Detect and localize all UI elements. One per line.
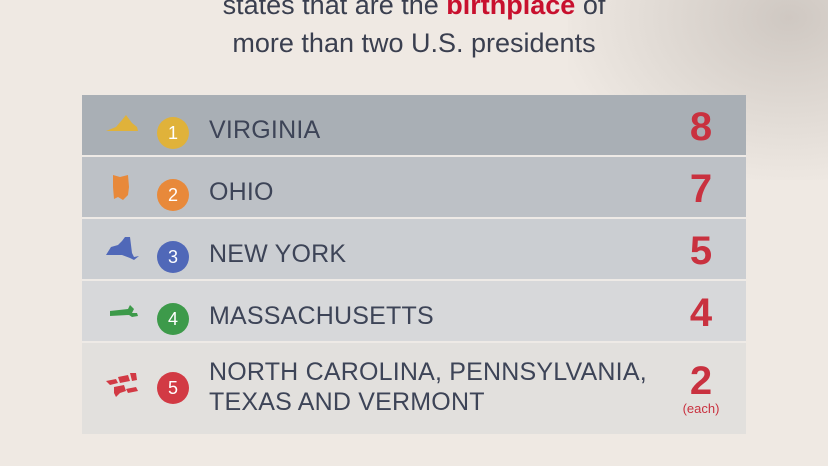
rank-badge: 2 [157, 179, 189, 211]
table-row: 4 MASSACHUSETTS 4 [82, 281, 746, 343]
president-count: 5 [689, 229, 713, 273]
heading-line-2: more than two U.S. presidents [232, 28, 596, 58]
rank-badge: 3 [157, 241, 189, 273]
ohio-shape-icon [113, 175, 129, 200]
new-york-shape-icon [106, 237, 139, 260]
rank-badge: 4 [157, 303, 189, 335]
state-name: VIRGINIA [209, 116, 321, 144]
state-name: NEW YORK [209, 240, 347, 268]
state-name-line-1: NORTH CAROLINA, PENNSYLVANIA, [209, 358, 647, 386]
state-name: NORTH CAROLINA, PENNSYLVANIA, TEXAS AND … [209, 357, 647, 417]
heading-line-1: states that are the birthplace of [0, 0, 828, 24]
count-note: (each) [682, 401, 720, 416]
table-row: 2 OHIO 7 [82, 157, 746, 219]
heading-text-pre: states that are the [222, 0, 447, 20]
rank-badge: 1 [157, 117, 189, 149]
state-name: MASSACHUSETTS [209, 302, 434, 330]
rank-badge: 5 [157, 372, 189, 404]
heading-highlight: birthplace [446, 0, 576, 20]
multi-state-shapes-icon [106, 373, 138, 397]
state-name-line-2: TEXAS AND VERMONT [209, 388, 485, 416]
massachusetts-shape-icon [110, 305, 138, 317]
president-count: 2 [689, 359, 713, 403]
table-row: 1 VIRGINIA 8 [82, 95, 746, 157]
president-count: 8 [689, 105, 713, 149]
president-count: 7 [689, 167, 713, 211]
president-count: 4 [689, 291, 713, 335]
ranking-table: 1 VIRGINIA 8 2 OHIO 7 3 NEW YORK 5 4 MAS… [82, 95, 746, 434]
table-row: 3 NEW YORK 5 [82, 219, 746, 281]
virginia-shape-icon [106, 115, 138, 131]
state-name: OHIO [209, 178, 274, 206]
page-heading: states that are the birthplace of more t… [0, 0, 828, 62]
table-row: 5 NORTH CAROLINA, PENNSYLVANIA, TEXAS AN… [82, 343, 746, 434]
heading-text-post: of [575, 0, 606, 20]
